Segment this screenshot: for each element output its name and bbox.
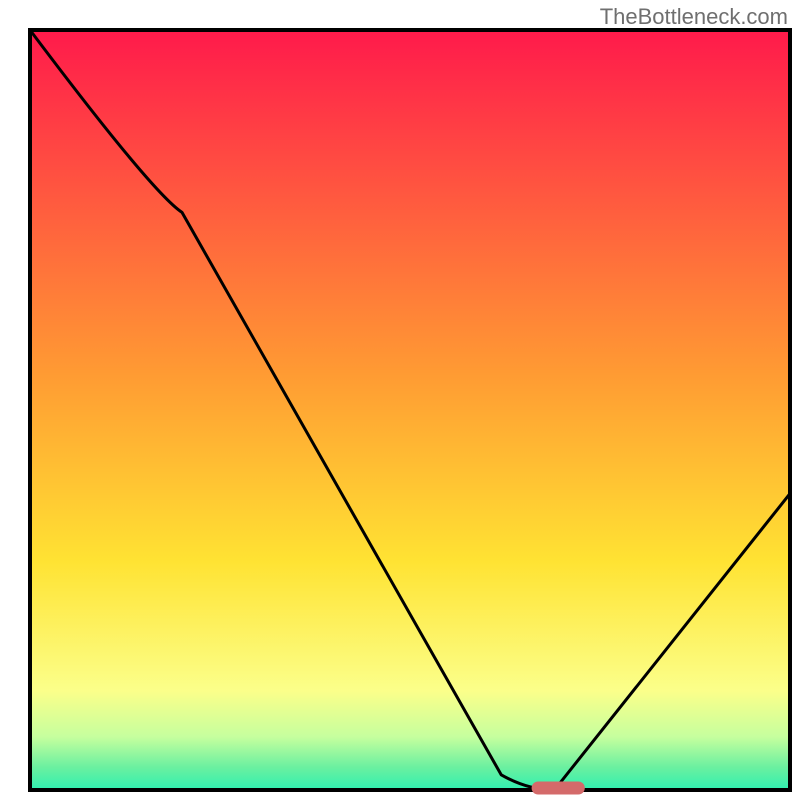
bottleneck-chart: TheBottleneck.com xyxy=(0,0,800,800)
plot-background xyxy=(30,30,790,790)
optimal-marker xyxy=(532,782,585,795)
chart-svg xyxy=(0,0,800,800)
watermark-text: TheBottleneck.com xyxy=(600,4,788,30)
